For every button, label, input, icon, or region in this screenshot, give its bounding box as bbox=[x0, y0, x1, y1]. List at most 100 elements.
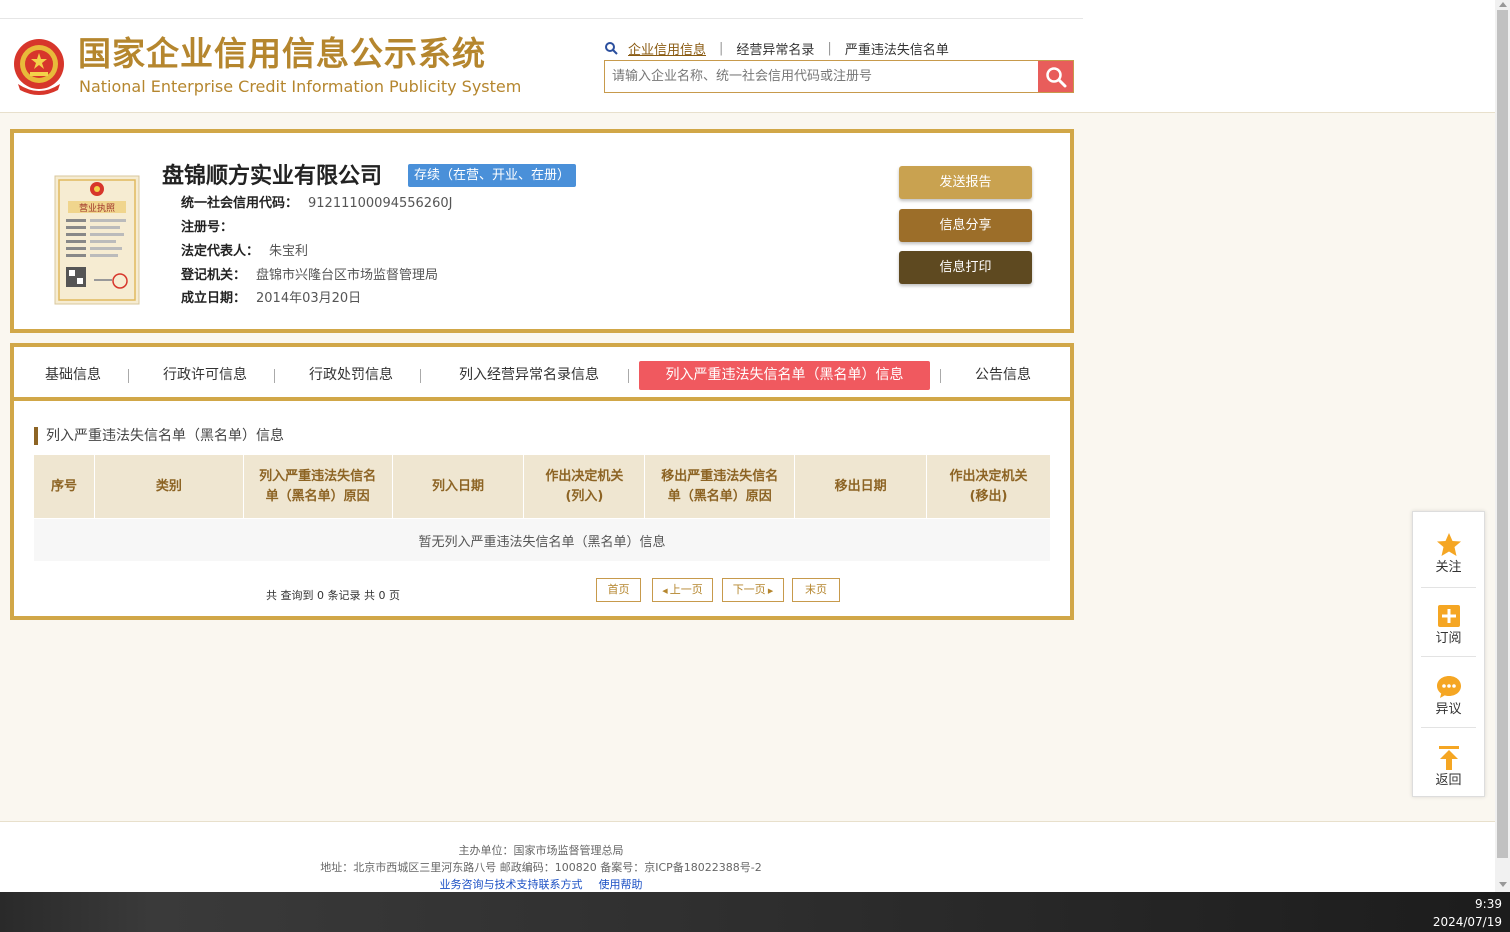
footer-address: 地址：北京市西城区三里河东路八号 邮政编码：100820 备案号：京ICP备18… bbox=[320, 861, 762, 874]
table-header: 类别 bbox=[93, 454, 244, 519]
license-title: 营业执照 bbox=[79, 202, 115, 214]
back-label: 返回 bbox=[1435, 773, 1462, 788]
info-reg-number: 注册号： bbox=[181, 219, 243, 237]
search-button[interactable] bbox=[1038, 61, 1073, 92]
info-label: 注册号： bbox=[181, 220, 234, 235]
table-header: 移出日期 bbox=[794, 454, 928, 519]
link-separator: | bbox=[719, 40, 724, 56]
chat-bubble-icon bbox=[1437, 676, 1461, 698]
footer-support-link[interactable]: 业务咨询与技术支持联系方式 bbox=[440, 878, 583, 891]
business-license-icon: 营业执照 bbox=[54, 175, 140, 305]
scroll-down-icon[interactable] bbox=[1499, 882, 1507, 887]
footer-sponsor: 主办单位：国家市场监督管理总局 bbox=[458, 844, 624, 857]
info-legal-rep: 法定代表人： 朱宝利 bbox=[181, 243, 308, 261]
tab-separator bbox=[420, 369, 421, 383]
info-label: 法定代表人： bbox=[181, 244, 260, 259]
section-title: 列入严重违法失信名单（黑名单）信息 bbox=[34, 427, 284, 445]
footer-help-link[interactable]: 使用帮助 bbox=[599, 878, 643, 891]
tab-announcements[interactable]: 公告信息 bbox=[964, 361, 1042, 390]
tab-blacklist[interactable]: 列入严重违法失信名单（黑名单）信息 bbox=[639, 361, 930, 390]
follow-label: 关注 bbox=[1435, 560, 1462, 575]
scrollbar-thumb[interactable] bbox=[1497, 10, 1508, 858]
back-to-top-button[interactable]: 返回 bbox=[1413, 727, 1484, 798]
tab-basic-info[interactable]: 基础信息 bbox=[32, 361, 114, 390]
send-report-button[interactable]: 发送报告 bbox=[899, 166, 1032, 199]
pager-info: 共 查询到 0 条记录 共 0 页 bbox=[266, 589, 400, 602]
first-page-button[interactable]: 首页 bbox=[596, 578, 641, 602]
tab-separator bbox=[128, 369, 129, 383]
empty-table-message: 暂无列入严重违法失信名单（黑名单）信息 bbox=[33, 518, 1051, 562]
link-separator: | bbox=[827, 40, 832, 56]
table-row: 暂无列入严重违法失信名单（黑名单）信息 bbox=[33, 518, 1051, 562]
info-registration-authority: 登记机关： 盘锦市兴隆台区市场监督管理局 bbox=[181, 267, 438, 285]
table-header: 作出决定机关(移出) bbox=[926, 454, 1051, 519]
info-value: 2014年03月20日 bbox=[256, 291, 362, 306]
share-info-button[interactable]: 信息分享 bbox=[899, 209, 1032, 242]
tab-separator bbox=[274, 369, 275, 383]
search-icon bbox=[1045, 66, 1066, 87]
objection-button[interactable]: 异议 bbox=[1413, 656, 1484, 727]
info-established-date: 成立日期： 2014年03月20日 bbox=[181, 290, 361, 308]
site-header: 国家企业信用信息公示系统 National Enterprise Credit … bbox=[0, 0, 1495, 113]
status-badge: 存续（在营、开业、在册） bbox=[408, 164, 577, 187]
table-header: 移出严重违法失信名单（黑名单）原因 bbox=[644, 454, 796, 519]
next-page-label: 下一页 bbox=[732, 583, 766, 596]
table-header: 列入严重违法失信名单（黑名单）原因 bbox=[242, 454, 393, 519]
link-enterprise-credit[interactable]: 企业信用信息 bbox=[628, 39, 706, 58]
taskbar-clock[interactable]: 9:39 2024/07/19 bbox=[1433, 895, 1502, 931]
follow-button[interactable]: 关注 bbox=[1413, 514, 1484, 585]
table-header: 序号 bbox=[33, 454, 95, 519]
next-page-button[interactable]: 下一页 ▶ bbox=[722, 578, 784, 602]
tab-abnormal-list[interactable]: 列入经营异常名录信息 bbox=[442, 361, 616, 390]
print-info-button[interactable]: 信息打印 bbox=[899, 251, 1032, 284]
search-input[interactable] bbox=[605, 61, 1038, 92]
national-emblem-icon bbox=[14, 39, 64, 95]
vertical-scrollbar[interactable] bbox=[1495, 0, 1510, 892]
floating-action-bar: 关注 订阅 异议 返回 bbox=[1412, 511, 1485, 797]
star-icon bbox=[1437, 533, 1461, 556]
info-value: 盘锦市兴隆台区市场监督管理局 bbox=[256, 268, 439, 283]
tab-separator bbox=[628, 369, 629, 383]
tab-separator bbox=[940, 369, 941, 383]
info-label: 统一社会信用代码： bbox=[181, 196, 299, 211]
info-panel: 基础信息 行政许可信息 行政处罚信息 列入经营异常名录信息 列入严重违法失信名单… bbox=[10, 343, 1074, 620]
table-header-row: 序号 类别 列入严重违法失信名单（黑名单）原因 列入日期 作出决定机关(列入) … bbox=[33, 454, 1051, 519]
tab-admin-penalty[interactable]: 行政处罚信息 bbox=[296, 361, 406, 390]
prev-page-label: 上一页 bbox=[669, 583, 703, 596]
clock-time: 9:39 bbox=[1475, 897, 1502, 911]
link-abnormal-list[interactable]: 经营异常名录 bbox=[736, 39, 814, 58]
caret-right-icon: ▶ bbox=[765, 587, 774, 595]
subscribe-button[interactable]: 订阅 bbox=[1413, 585, 1484, 656]
caret-left-icon: ◀ bbox=[662, 587, 670, 595]
subscribe-label: 订阅 bbox=[1435, 631, 1462, 646]
tab-admin-license[interactable]: 行政许可信息 bbox=[150, 361, 260, 390]
info-label: 登记机关： bbox=[181, 268, 247, 283]
arrow-up-icon bbox=[1439, 746, 1459, 770]
table-header: 列入日期 bbox=[391, 454, 525, 519]
search-category-links: 企业信用信息 | 经营异常名录 | 严重违法失信名单 bbox=[604, 38, 949, 58]
prev-page-button[interactable]: ◀ 上一页 bbox=[652, 578, 713, 602]
company-card: 营业执照 盘锦顺方实业有限公司 存续（在营、开业、在册） 统一社会信用代码： 91… bbox=[10, 129, 1074, 333]
info-value: 朱宝利 bbox=[269, 244, 309, 259]
info-value: 91211100094556260J bbox=[308, 196, 453, 211]
site-logo-title[interactable]: 国家企业信用信息公示系统 bbox=[78, 34, 486, 74]
objection-label: 异议 bbox=[1435, 702, 1462, 717]
search-box bbox=[604, 60, 1074, 93]
os-taskbar: 9:39 2024/07/19 bbox=[0, 892, 1510, 932]
info-credit-code: 统一社会信用代码： 91211100094556260J bbox=[181, 195, 452, 213]
scroll-up-icon[interactable] bbox=[1499, 2, 1507, 7]
table-header: 作出决定机关(列入) bbox=[523, 454, 646, 519]
header-divider bbox=[0, 18, 1083, 19]
search-icon bbox=[605, 42, 618, 55]
info-label: 成立日期： bbox=[181, 291, 247, 306]
footer-links: 业务咨询与技术支持联系方式 使用帮助 bbox=[0, 878, 1082, 892]
last-page-button[interactable]: 末页 bbox=[792, 578, 840, 602]
clock-date: 2024/07/19 bbox=[1432, 915, 1502, 929]
link-blacklist[interactable]: 严重违法失信名单 bbox=[845, 39, 949, 58]
site-logo-subtitle: National Enterprise Credit Information P… bbox=[79, 77, 522, 96]
info-tabs: 基础信息 行政许可信息 行政处罚信息 列入经营异常名录信息 列入严重违法失信名单… bbox=[14, 347, 1070, 401]
company-name: 盘锦顺方实业有限公司 bbox=[162, 164, 383, 189]
subscribe-icon bbox=[1438, 605, 1460, 627]
site-footer: 主办单位：国家市场监督管理总局 地址：北京市西城区三里河东路八号 邮政编码：10… bbox=[0, 821, 1495, 892]
blacklist-table: 序号 类别 列入严重违法失信名单（黑名单）原因 列入日期 作出决定机关(列入) … bbox=[33, 454, 1051, 562]
